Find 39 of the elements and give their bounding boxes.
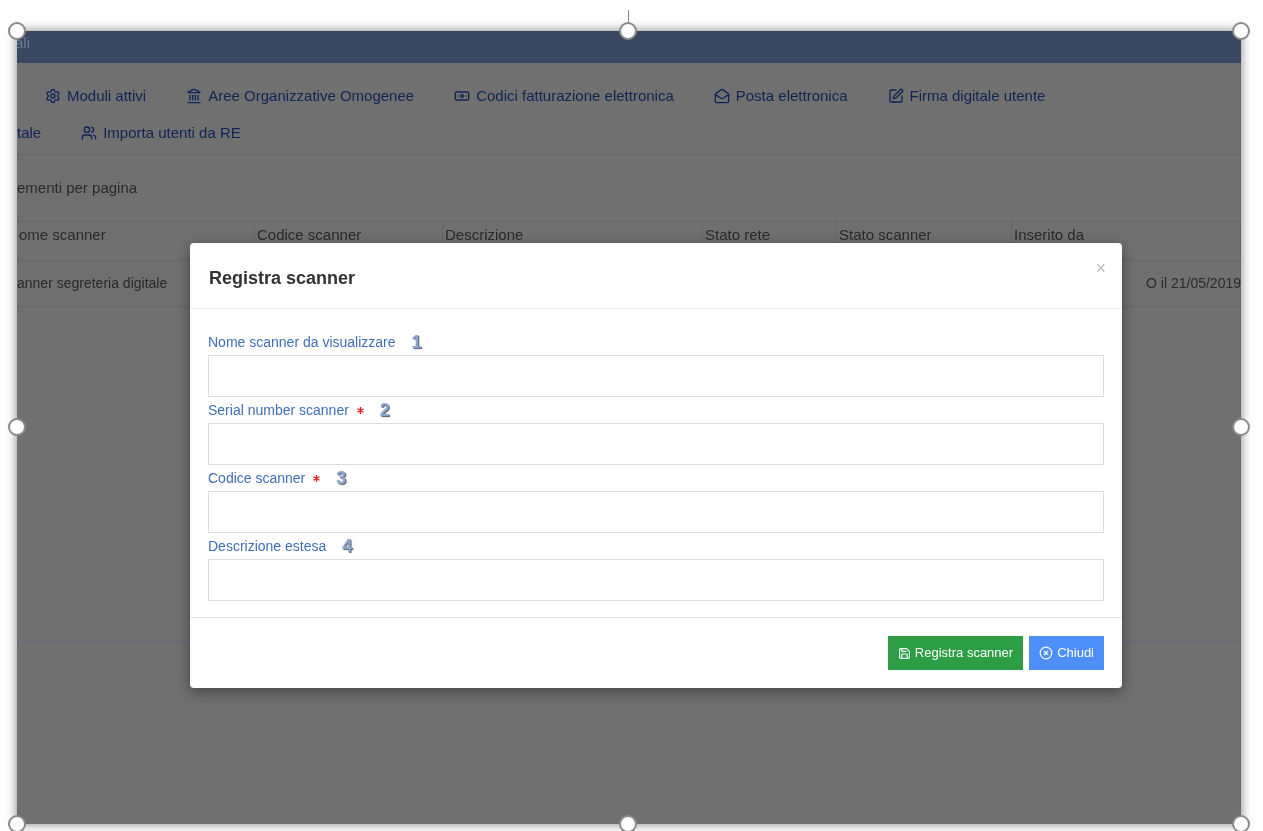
dialog-title: Registra scanner: [209, 267, 356, 290]
table-cell-text: O il 21/05/2019: [1146, 274, 1241, 293]
annotation-number: 2: [379, 398, 390, 422]
close-icon: [1039, 646, 1054, 660]
nav-link[interactable]: Posta elettronica: [713, 85, 848, 108]
annotation-number: 1: [411, 330, 422, 354]
resize-handle[interactable]: [8, 418, 26, 436]
nav-link[interactable]: Importa utenti da RE: [81, 121, 241, 144]
input-field[interactable]: [208, 423, 1104, 465]
input-field[interactable]: [208, 491, 1104, 533]
nav-link[interactable]: Codici fatturazione elettronica: [454, 85, 674, 108]
field-label: Descrizione estesa: [208, 536, 327, 556]
annotation-number: 3: [336, 466, 347, 490]
annotation-number: 4: [342, 534, 353, 558]
nav-link[interactable]: tale: [17, 121, 42, 144]
page-size-label: ementi per pagina: [17, 177, 138, 198]
input-field[interactable]: [208, 355, 1104, 397]
resize-handle[interactable]: [1232, 815, 1250, 831]
envelope-icon: [713, 88, 730, 105]
required-asterisk-icon: [313, 474, 321, 482]
gear-icon: [45, 88, 61, 105]
resize-handle[interactable]: [619, 22, 637, 40]
nav-link[interactable]: Moduli attivi: [45, 85, 147, 108]
edit-icon: [887, 88, 904, 105]
resize-handle[interactable]: [1232, 22, 1250, 40]
resize-handle[interactable]: [8, 815, 26, 831]
close-dialog-button[interactable]: Chiudi: [1029, 636, 1104, 670]
nav-link[interactable]: Aree Organizzative Omogenee: [186, 85, 415, 108]
field-label: Codice scanner: [208, 468, 306, 488]
field-label: Nome scanner da visualizzare: [208, 332, 396, 352]
input-field[interactable]: [208, 559, 1104, 601]
bank-icon: [186, 88, 203, 105]
field-label: Serial number scanner: [208, 400, 349, 420]
save-button[interactable]: Registra scanner: [887, 636, 1024, 670]
required-asterisk-icon: [356, 406, 364, 414]
resize-handle[interactable]: [1232, 418, 1250, 436]
table-cell-text: anner segreteria digitale: [17, 274, 168, 293]
nav-link[interactable]: Firma digitale utente: [887, 85, 1046, 108]
users-icon: [81, 124, 98, 141]
